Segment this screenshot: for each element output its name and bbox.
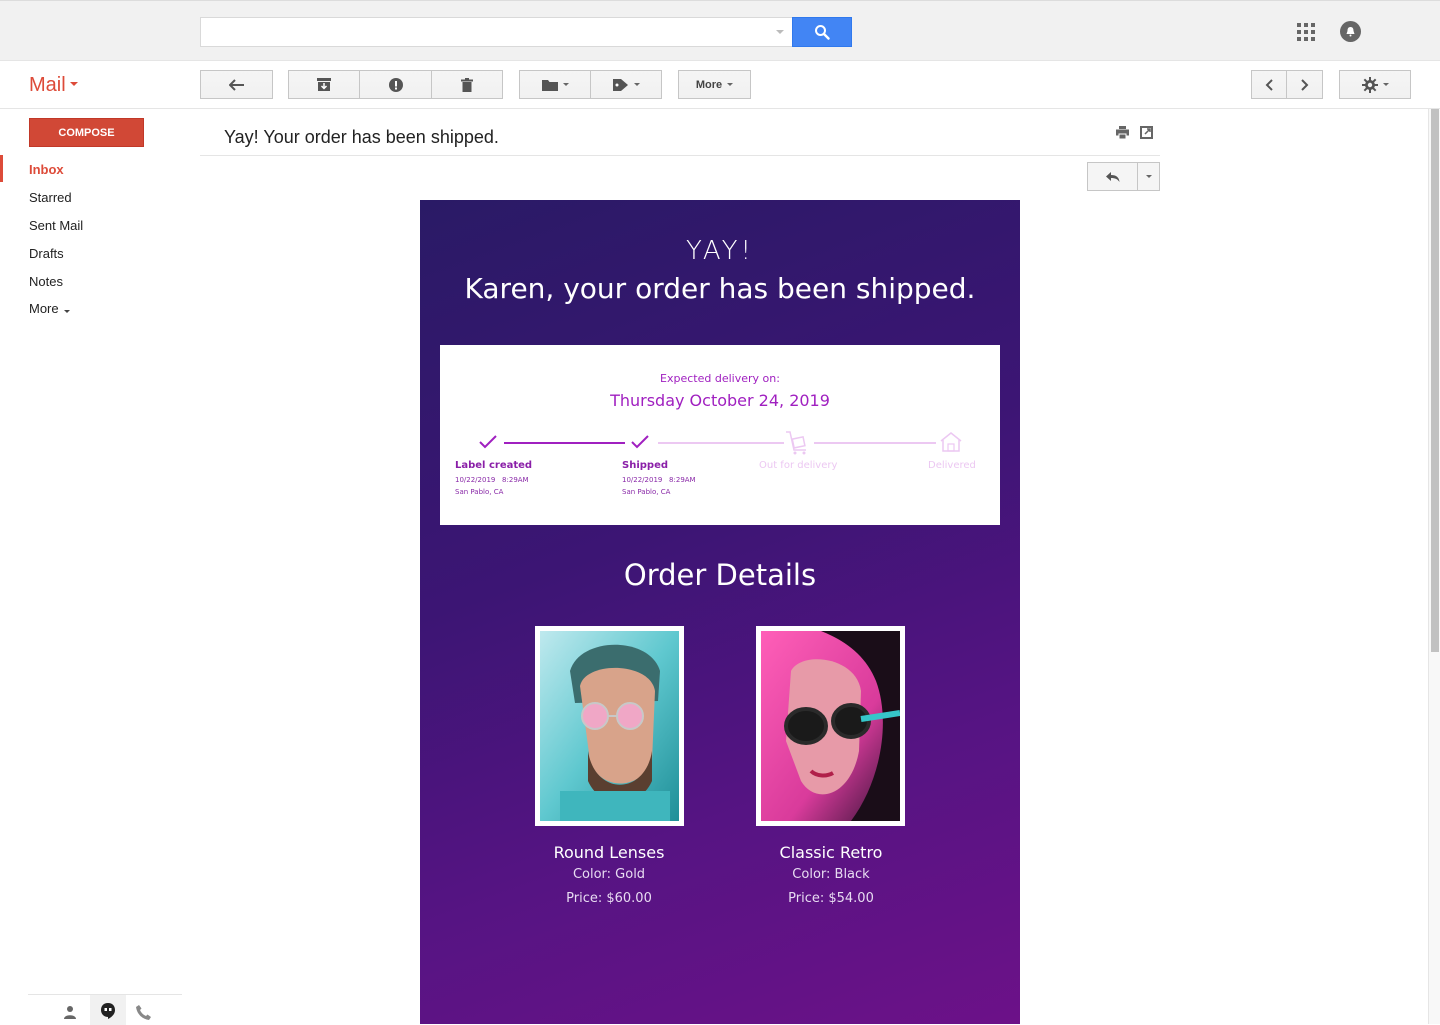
step-location: San Pablo, CA bbox=[455, 488, 504, 496]
newer-message-button[interactable] bbox=[1251, 70, 1287, 99]
sidebar-item-sent-mail[interactable]: Sent Mail bbox=[29, 218, 83, 233]
mail-switcher[interactable]: Mail bbox=[29, 74, 78, 97]
move-to-button[interactable] bbox=[519, 70, 591, 99]
hangouts-tab[interactable] bbox=[90, 995, 126, 1025]
archive-icon bbox=[317, 78, 331, 91]
email-yay-heading: YAY! bbox=[686, 236, 754, 266]
chevron-down-icon bbox=[69, 82, 78, 87]
more-actions-button[interactable]: More bbox=[678, 70, 751, 99]
action-toolbar: Mail More bbox=[0, 61, 1440, 109]
step-time: 8:29AM bbox=[669, 476, 696, 484]
shipping-status-card: Expected delivery on: Thursday October 2… bbox=[440, 345, 1000, 525]
mail-switcher-label: Mail bbox=[29, 74, 66, 96]
scrollbar-thumb[interactable] bbox=[1431, 109, 1439, 652]
house-icon bbox=[940, 432, 962, 452]
reply-icon bbox=[1105, 171, 1119, 182]
step-time: 8:29AM bbox=[502, 476, 529, 484]
sidebar-item-inbox[interactable]: Inbox bbox=[29, 162, 64, 177]
step-date: 10/22/2019 bbox=[622, 476, 663, 484]
product-name: Round Lenses bbox=[553, 843, 665, 862]
settings-button[interactable] bbox=[1339, 70, 1411, 99]
contacts-icon[interactable] bbox=[63, 1005, 77, 1019]
chevron-down-icon bbox=[562, 83, 569, 86]
sidebar-more-label: More bbox=[29, 301, 59, 316]
more-actions-label: More bbox=[695, 78, 723, 91]
delivery-cart-icon bbox=[786, 431, 806, 455]
step-label-created: Label created bbox=[455, 460, 533, 471]
chevron-down-icon bbox=[633, 83, 640, 86]
product-image-frame[interactable] bbox=[535, 626, 684, 826]
email-headline: Karen, your order has been shipped. bbox=[464, 272, 976, 305]
step-label-delivered: Delivered bbox=[928, 460, 976, 471]
older-message-button[interactable] bbox=[1287, 70, 1323, 99]
report-spam-button[interactable] bbox=[360, 70, 432, 99]
divider bbox=[200, 155, 1160, 156]
folder-icon bbox=[541, 79, 558, 91]
labels-button[interactable] bbox=[591, 70, 662, 99]
chevron-down-icon bbox=[1145, 175, 1152, 178]
sidebar-item-starred[interactable]: Starred bbox=[29, 190, 72, 205]
product-color: Color: Gold bbox=[572, 867, 646, 882]
expected-delivery-date: Thursday October 24, 2019 bbox=[610, 391, 830, 410]
print-icon[interactable] bbox=[1116, 126, 1129, 139]
sidebar-item-more[interactable]: More bbox=[29, 301, 70, 316]
sidebar-item-notes[interactable]: Notes bbox=[29, 274, 63, 289]
step-location: San Pablo, CA bbox=[622, 488, 671, 496]
back-arrow-icon bbox=[228, 78, 244, 91]
chevron-down-icon bbox=[63, 310, 70, 313]
product-price: Price: $60.00 bbox=[566, 891, 652, 906]
product-photo-round-lenses bbox=[540, 631, 679, 821]
open-in-new-window-icon[interactable] bbox=[1140, 126, 1153, 139]
notifications-icon[interactable] bbox=[1340, 21, 1361, 42]
chevron-down-icon bbox=[727, 83, 734, 86]
search-options-caret-icon[interactable] bbox=[776, 30, 784, 34]
sidebar-item-drafts[interactable]: Drafts bbox=[29, 246, 64, 261]
hangouts-bar bbox=[28, 994, 182, 1025]
step-date: 10/22/2019 bbox=[455, 476, 496, 484]
product-photo-classic-retro bbox=[761, 631, 900, 821]
product-image-frame[interactable] bbox=[756, 626, 905, 826]
archive-button[interactable] bbox=[288, 70, 360, 99]
apps-grid-icon[interactable] bbox=[1297, 23, 1315, 41]
top-bar bbox=[0, 0, 1440, 61]
scrollbar[interactable] bbox=[1428, 109, 1440, 1024]
reply-button[interactable] bbox=[1087, 162, 1138, 191]
chevron-down-icon bbox=[1382, 83, 1389, 86]
product-color: Color: Black bbox=[792, 867, 870, 882]
search-button[interactable] bbox=[792, 17, 852, 47]
chevron-right-icon bbox=[1300, 78, 1308, 91]
expected-delivery-label: Expected delivery on: bbox=[660, 372, 780, 385]
gear-icon bbox=[1361, 76, 1378, 93]
reply-options-button[interactable] bbox=[1137, 162, 1160, 191]
label-tag-icon bbox=[612, 78, 628, 91]
back-to-inbox-button[interactable] bbox=[200, 70, 273, 99]
step-label-shipped: Shipped bbox=[622, 460, 669, 471]
report-spam-icon bbox=[388, 77, 403, 92]
product-price: Price: $54.00 bbox=[788, 891, 874, 906]
search-icon bbox=[815, 25, 830, 40]
hangouts-icon bbox=[101, 1003, 115, 1019]
progress-segment-pending bbox=[814, 442, 936, 444]
order-details-heading: Order Details bbox=[623, 558, 817, 592]
message-subject: Yay! Your order has been shipped. bbox=[224, 127, 499, 147]
phone-icon[interactable] bbox=[136, 1005, 151, 1020]
product-name: Classic Retro bbox=[779, 843, 883, 862]
email-body: YAY! Karen, your order has been shipped.… bbox=[420, 200, 1020, 1024]
step-datetime: 10/22/2019 8:29AM bbox=[455, 476, 529, 484]
step-label-out-for-delivery: Out for delivery bbox=[759, 460, 838, 471]
checkmark-icon bbox=[631, 435, 649, 449]
checkmark-icon bbox=[479, 435, 497, 449]
trash-icon bbox=[461, 77, 473, 92]
active-indicator bbox=[0, 155, 3, 182]
delete-button[interactable] bbox=[432, 70, 503, 99]
chevron-left-icon bbox=[1265, 78, 1273, 91]
step-datetime: 10/22/2019 8:29AM bbox=[622, 476, 696, 484]
compose-button[interactable]: COMPOSE bbox=[29, 118, 144, 147]
progress-segment-complete bbox=[504, 442, 625, 444]
search-input[interactable] bbox=[200, 17, 792, 47]
sidebar: COMPOSE Inbox Starred Sent Mail Drafts N… bbox=[0, 109, 200, 1025]
progress-segment-pending bbox=[658, 442, 784, 444]
